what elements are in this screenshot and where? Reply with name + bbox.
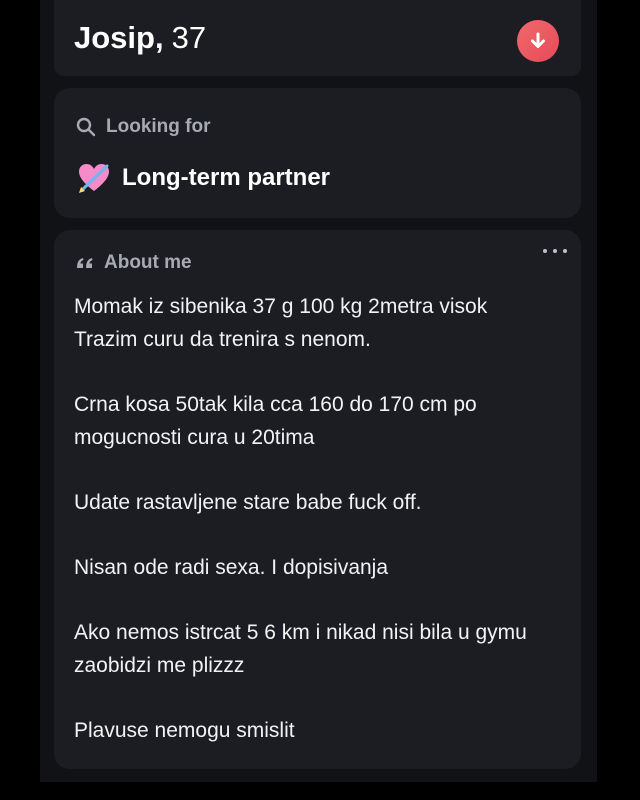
more-dot: [553, 249, 557, 253]
looking-for-label-row: Looking for: [76, 116, 210, 138]
about-paragraph: Crna kosa 50tak kila cca 160 do 170 cm p…: [74, 393, 477, 449]
about-me-card: About me Momak iz sibenika 37 g 100 kg 2…: [54, 230, 581, 769]
profile-header: Josip, 37: [54, 0, 581, 76]
looking-for-value: Long-term partner: [122, 164, 331, 191]
profile-screen: Josip, 37 Looking for Long-term partner …: [40, 0, 597, 782]
more-options-button[interactable]: [543, 244, 567, 258]
about-paragraph: Momak iz sibenika 37 g 100 kg 2metra vis…: [74, 295, 488, 351]
profile-name-age: Josip, 37: [74, 18, 206, 58]
about-me-label-row: About me: [76, 252, 192, 274]
about-paragraph: Nisan ode radi sexa. I dopisivanja: [74, 556, 389, 579]
arrow-down-icon: [531, 32, 545, 48]
looking-for-value-row: Long-term partner: [76, 160, 330, 196]
about-me-text: Momak iz sibenika 37 g 100 kg 2metra vis…: [74, 290, 564, 779]
looking-for-card: Looking for Long-term partner: [54, 88, 581, 218]
search-icon: [76, 117, 96, 137]
quote-icon: [76, 256, 94, 270]
profile-age: 37: [171, 20, 207, 55]
more-dot: [563, 249, 567, 253]
heart-with-arrow-icon: [76, 160, 112, 196]
about-me-label: About me: [104, 252, 192, 273]
about-paragraph: Ako nemos istrcat 5 6 km i nikad nisi bi…: [74, 621, 527, 677]
more-dot: [543, 249, 547, 253]
profile-name: Josip,: [74, 20, 164, 55]
about-paragraph: Udate rastavljene stare babe fuck off.: [74, 491, 422, 514]
scroll-down-button[interactable]: [517, 20, 559, 62]
looking-for-label: Looking for: [106, 116, 211, 137]
about-paragraph: Plavuse nemogu smislit: [74, 719, 295, 742]
